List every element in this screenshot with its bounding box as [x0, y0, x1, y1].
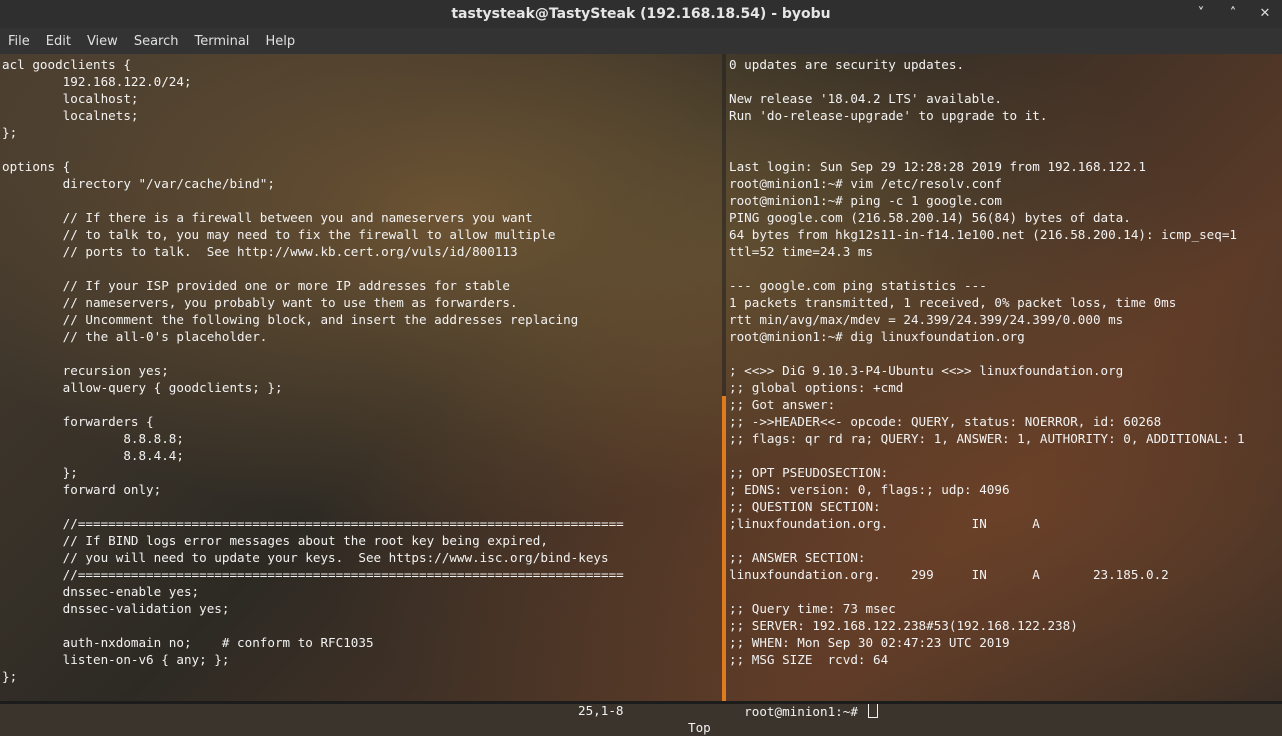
- vim-line: //======================================…: [2, 567, 624, 582]
- vim-line: auth-nxdomain no; # conform to RFC1035: [2, 635, 374, 650]
- vim-line: // If BIND logs error messages about the…: [2, 533, 548, 548]
- text-cursor: [867, 702, 878, 718]
- menu-view[interactable]: View: [79, 34, 126, 49]
- shell-line: rtt min/avg/max/mdev = 24.399/24.399/24.…: [729, 312, 1124, 327]
- vim-line: listen-on-v6 { any; };: [2, 652, 230, 667]
- shell-line: ;; ANSWER SECTION:: [729, 550, 866, 565]
- vim-line: // If your ISP provided one or more IP a…: [2, 278, 510, 293]
- vim-line: // you will need to update your keys. Se…: [2, 550, 609, 565]
- restore-button[interactable]: ˄: [1226, 7, 1240, 21]
- shell-line: ;; WHEN: Mon Sep 30 02:47:23 UTC 2019: [729, 635, 1010, 650]
- window-title: tastysteak@TastySteak (192.168.18.54) - …: [451, 6, 831, 22]
- shell-pane[interactable]: 0 updates are security updates. New relea…: [729, 54, 1281, 692]
- shell-line: 1 packets transmitted, 1 received, 0% pa…: [729, 295, 1177, 310]
- shell-line: ;; Query time: 73 msec: [729, 601, 896, 616]
- shell-line: ; <<>> DiG 9.10.3-P4-Ubuntu <<>> linuxfo…: [729, 363, 1124, 378]
- vim-line: [2, 345, 718, 362]
- shell-line: ;; Got answer:: [729, 397, 836, 412]
- active-pane-indicator: [722, 396, 726, 704]
- vim-line: [2, 192, 718, 209]
- vim-line: };: [2, 669, 18, 684]
- shell-line: ;; OPT PSEUDOSECTION:: [729, 465, 889, 480]
- vim-line: forward only;: [2, 482, 162, 497]
- vim-line: };: [2, 125, 18, 140]
- menu-file[interactable]: File: [0, 34, 38, 49]
- shell-line: root@minion1:~# dig linuxfoundation.org: [729, 329, 1025, 344]
- vim-line: 8.8.8.8;: [2, 431, 184, 446]
- shell-line: Run 'do-release-upgrade' to upgrade to i…: [729, 108, 1048, 123]
- close-button[interactable]: ✕: [1258, 7, 1272, 21]
- shell-line: root@minion1:~# ping -c 1 google.com: [729, 193, 1002, 208]
- vim-line: // If there is a firewall between you an…: [2, 210, 533, 225]
- vim-line: recursion yes;: [2, 363, 169, 378]
- shell-prompt: root@minion1:~#: [744, 704, 866, 719]
- window-controls: ˅ ˄ ✕: [1194, 0, 1272, 28]
- shell-line: ;; QUESTION SECTION:: [729, 499, 881, 514]
- vim-line: 192.168.122.0/24;: [2, 74, 192, 89]
- terminal-area[interactable]: acl goodclients { 192.168.122.0/24; loca…: [0, 54, 1282, 704]
- vim-line: [2, 396, 718, 413]
- vim-line: dnssec-enable yes;: [2, 584, 200, 599]
- vim-line: localhost;: [2, 91, 139, 106]
- menu-terminal[interactable]: Terminal: [186, 34, 257, 49]
- scroll-indicator: Top: [688, 720, 711, 735]
- minimize-button[interactable]: ˅: [1194, 7, 1208, 21]
- vim-line: acl goodclients {: [2, 57, 131, 72]
- shell-line: ;; SERVER: 192.168.122.238#53(192.168.12…: [729, 618, 1078, 633]
- vim-line: [2, 498, 718, 515]
- vim-line: };: [2, 465, 78, 480]
- shell-line: ;; MSG SIZE rcvd: 64: [729, 652, 889, 667]
- vim-line: [2, 260, 718, 277]
- vim-line: 8.8.4.4;: [2, 448, 184, 463]
- shell-line: ;; global options: +cmd: [729, 380, 904, 395]
- shell-line: New release '18.04.2 LTS' available.: [729, 91, 1002, 106]
- cursor-position: 25,1-8: [578, 703, 624, 718]
- vim-line: // Uncomment the following block, and in…: [2, 312, 579, 327]
- vim-line: dnssec-validation yes;: [2, 601, 230, 616]
- menu-edit[interactable]: Edit: [38, 34, 79, 49]
- vim-line: // to talk to, you may need to fix the f…: [2, 227, 556, 242]
- vim-line: [2, 617, 718, 634]
- shell-line: Last login: Sun Sep 29 12:28:28 2019 fro…: [729, 159, 1147, 174]
- vim-line: directory "/var/cache/bind";: [2, 176, 275, 191]
- shell-line: 64 bytes from hkg12s11-in-f14.1e100.net …: [729, 227, 1237, 242]
- shell-line: ; EDNS: version: 0, flags:; udp: 4096: [729, 482, 1010, 497]
- vim-statusline: 25,1-8 Top: [578, 685, 711, 736]
- vim-line: forwarders {: [2, 414, 154, 429]
- vim-line: options {: [2, 159, 71, 174]
- shell-line: --- google.com ping statistics ---: [729, 278, 987, 293]
- vim-line: //======================================…: [2, 516, 624, 531]
- vim-line: localnets;: [2, 108, 139, 123]
- vim-line: // nameservers, you probably want to use…: [2, 295, 518, 310]
- shell-line: ttl=52 time=24.3 ms: [729, 244, 874, 259]
- vim-line: allow-query { goodclients; };: [2, 380, 283, 395]
- vim-line: // ports to talk. See http://www.kb.cert…: [2, 244, 518, 259]
- shell-line: linuxfoundation.org. 299 IN A 23.185.0.2: [729, 567, 1169, 582]
- vim-line: [2, 141, 718, 158]
- window-titlebar[interactable]: tastysteak@TastySteak (192.168.18.54) - …: [0, 0, 1282, 28]
- shell-line: PING google.com (216.58.200.14) 56(84) b…: [729, 210, 1131, 225]
- shell-line: ;; flags: qr rd ra; QUERY: 1, ANSWER: 1,…: [729, 431, 1245, 446]
- shell-line: ;; ->>HEADER<<- opcode: QUERY, status: N…: [729, 414, 1162, 429]
- menu-search[interactable]: Search: [126, 34, 187, 49]
- shell-line: ;linuxfoundation.org. IN A: [729, 516, 1040, 531]
- vim-editor-pane[interactable]: acl goodclients { 192.168.122.0/24; loca…: [2, 54, 718, 692]
- menu-bar: File Edit View Search Terminal Help: [0, 28, 1282, 54]
- menu-help[interactable]: Help: [257, 34, 303, 49]
- shell-line: root@minion1:~# vim /etc/resolv.conf: [729, 176, 1002, 191]
- vim-line: // the all-0's placeholder.: [2, 329, 268, 344]
- shell-line: 0 updates are security updates.: [729, 57, 965, 72]
